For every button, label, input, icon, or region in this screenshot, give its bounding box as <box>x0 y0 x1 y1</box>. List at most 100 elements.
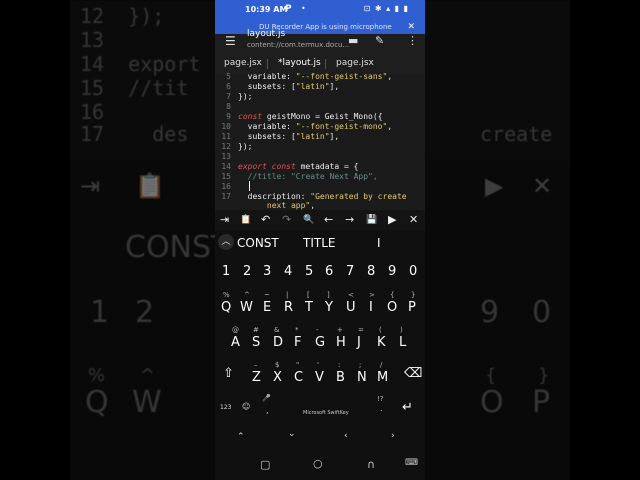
suggestion-3[interactable]: I <box>377 236 381 250</box>
key-hint: - <box>316 326 319 334</box>
phone-screen: 10:39 AM P • ⊡ ✱ ▴ ▮ ▮ DU Recorder App i… <box>215 0 425 480</box>
hamburger-icon[interactable]: ☰ <box>225 34 236 48</box>
key-m[interactable]: M <box>377 370 388 385</box>
key-u[interactable]: U <box>346 300 356 315</box>
code-line: //title: "Create Next App", <box>247 172 378 181</box>
key-e[interactable]: E <box>263 300 271 315</box>
bg-symbol: ^ <box>140 365 156 386</box>
line-number: 9 <box>226 112 231 121</box>
key-n[interactable]: N <box>357 370 367 385</box>
arrow-left-icon[interactable]: ← <box>324 213 333 226</box>
key-r[interactable]: R <box>284 300 293 315</box>
key-hint: { <box>390 291 395 299</box>
tab-layout-js[interactable]: *layout.js <box>278 58 321 68</box>
space-bar[interactable]: Microsoft SwiftKey <box>303 410 349 416</box>
period-key[interactable]: . <box>380 404 383 413</box>
key-c[interactable]: C <box>294 370 303 385</box>
key-8[interactable]: 8 <box>367 264 375 279</box>
status-bar: 10:39 AM P • ⊡ ✱ ▴ ▮ ▮ <box>215 0 425 22</box>
key-f[interactable]: F <box>294 335 301 350</box>
key-h[interactable]: H <box>336 335 346 350</box>
bg-suggestion: CONST <box>125 230 230 265</box>
search-icon[interactable]: 🔍 <box>303 215 314 225</box>
key-k[interactable]: K <box>377 335 386 350</box>
bg-line: 17 des <box>80 122 189 146</box>
tab-page-jsx-2[interactable]: page.jsx <box>336 58 374 68</box>
home-icon[interactable]: ○ <box>313 457 323 470</box>
recent-apps-icon[interactable]: ▢ <box>260 458 270 471</box>
code-line: subsets: ["latin"], <box>238 82 340 91</box>
key-hint: ( <box>379 326 382 334</box>
key-x[interactable]: X <box>273 370 282 385</box>
shift-key-icon[interactable]: ⇧ <box>223 366 234 381</box>
key-9[interactable]: 9 <box>388 264 396 279</box>
numbers-key[interactable]: 123 <box>220 404 231 411</box>
app-notification-icon: P <box>285 4 292 14</box>
keyboard-icon[interactable]: ⌨ <box>405 458 418 468</box>
key-d[interactable]: D <box>273 335 283 350</box>
save-icon[interactable]: 💾 <box>366 215 377 225</box>
key-hint: ) <box>400 326 403 334</box>
clipboard-icon[interactable]: 📋 <box>240 215 251 225</box>
bg-key: 9 <box>480 295 500 330</box>
code-line: }); <box>238 142 253 151</box>
key-o[interactable]: O <box>387 300 397 315</box>
chevron-up-icon[interactable]: ︿ <box>218 234 234 250</box>
backspace-key-icon[interactable]: ⌫ <box>404 366 422 381</box>
folder-icon[interactable]: ▬ <box>348 34 358 47</box>
key-hint: * <box>295 326 299 334</box>
bg-line: 15 //tit <box>80 76 189 100</box>
key-7[interactable]: 7 <box>346 264 354 279</box>
more-vertical-icon[interactable]: ⋮ <box>407 34 418 47</box>
key-i[interactable]: I <box>369 300 373 315</box>
arrow-right-icon[interactable]: → <box>345 213 354 226</box>
redo-icon[interactable]: ↷ <box>282 213 291 226</box>
mic-icon[interactable]: 🎤 <box>262 394 271 402</box>
back-icon[interactable]: ∩ <box>367 458 375 471</box>
run-icon[interactable]: ▶ <box>388 213 396 226</box>
key-w[interactable]: W <box>240 300 253 315</box>
key-g[interactable]: G <box>315 335 325 350</box>
tab-page-jsx[interactable]: page.jsx <box>224 58 262 68</box>
bg-close-icon: ✕ <box>532 172 553 200</box>
key-a[interactable]: A <box>231 335 240 350</box>
key-6[interactable]: 6 <box>325 264 333 279</box>
pencil-icon[interactable]: ✎ <box>375 34 384 47</box>
key-5[interactable]: 5 <box>305 264 313 279</box>
chevron-up-icon[interactable]: ⌃ <box>237 432 245 442</box>
key-1[interactable]: 1 <box>222 264 230 279</box>
key-2[interactable]: 2 <box>243 264 251 279</box>
emoji-icon[interactable]: ☺ <box>242 402 250 411</box>
bg-key: Q <box>85 385 109 420</box>
enter-key-icon[interactable]: ↵ <box>402 400 413 415</box>
key-t[interactable]: T <box>305 300 313 315</box>
key-v[interactable]: V <box>315 370 324 385</box>
close-icon[interactable]: ✕ <box>409 213 418 226</box>
line-number: 10 <box>221 122 231 131</box>
chevron-left-icon[interactable]: ‹ <box>344 431 348 441</box>
key-hint: !? <box>377 395 384 403</box>
key-j[interactable]: J <box>357 335 361 350</box>
tab-divider <box>267 59 268 69</box>
undo-icon[interactable]: ↶ <box>261 213 270 226</box>
comma-key[interactable]: , <box>266 406 269 415</box>
key-y[interactable]: Y <box>325 300 333 315</box>
key-p[interactable]: P <box>408 300 416 315</box>
key-s[interactable]: S <box>252 335 260 350</box>
key-0[interactable]: 0 <box>409 264 417 279</box>
chevron-down-icon[interactable]: ⌄ <box>288 429 296 439</box>
key-z[interactable]: Z <box>252 370 261 385</box>
code-editor[interactable]: 5 variable: "--font-geist-sans", 6 subse… <box>215 72 425 210</box>
tab-key-icon[interactable]: ⇥ <box>220 213 229 226</box>
suggestion-2[interactable]: TITLE <box>303 236 335 250</box>
key-3[interactable]: 3 <box>263 264 271 279</box>
key-l[interactable]: L <box>399 335 406 350</box>
suggestion-1[interactable]: CONST <box>237 236 279 250</box>
key-b[interactable]: B <box>336 370 345 385</box>
key-4[interactable]: 4 <box>284 264 292 279</box>
key-q[interactable]: Q <box>221 300 231 315</box>
key-hint: $ <box>275 361 280 369</box>
chevron-right-icon[interactable]: › <box>391 431 395 441</box>
notification-close-icon[interactable]: ✕ <box>407 22 415 32</box>
key-hint: : <box>338 361 341 369</box>
